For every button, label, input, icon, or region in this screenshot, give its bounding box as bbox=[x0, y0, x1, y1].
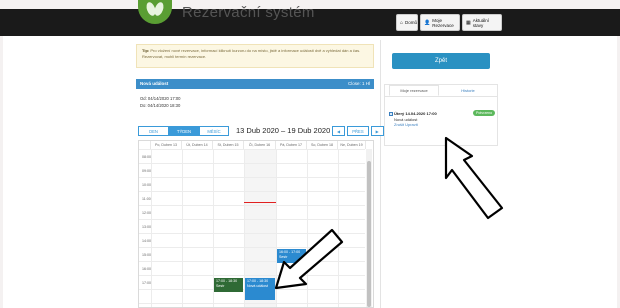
time-label: 08:00 bbox=[142, 155, 151, 159]
nav-my-reservations[interactable]: 👤 Moje Rezervace bbox=[420, 14, 460, 31]
view-week-button[interactable]: TÝDEN bbox=[169, 126, 199, 136]
day-header: So, Duben 18 bbox=[307, 141, 338, 149]
event-to: Do: 04/14/2020 18:30 bbox=[140, 103, 181, 108]
time-gutter-header bbox=[139, 141, 151, 149]
grid-line bbox=[139, 205, 365, 206]
app-title: Rezervační systém bbox=[182, 4, 315, 21]
view-day-button[interactable]: DEN bbox=[138, 126, 169, 136]
time-label: 12:00 bbox=[142, 211, 151, 215]
reservations-tabs: Moje rezervace Historie bbox=[385, 85, 497, 97]
next-arrow-button[interactable]: ▶ bbox=[370, 126, 384, 136]
tip-label: Tip: bbox=[142, 48, 150, 53]
calendar-scrollbar[interactable] bbox=[366, 149, 372, 307]
date-range-title: 13 Dub 2020 – 19 Dub 2020 bbox=[236, 126, 331, 135]
prev-week-button[interactable]: ◀ bbox=[332, 126, 346, 136]
grid-line bbox=[139, 303, 365, 304]
time-label: 13:00 bbox=[142, 225, 151, 229]
column-divider bbox=[380, 40, 381, 308]
day-header: Po, Duben 13 bbox=[151, 141, 182, 149]
grid-line bbox=[139, 177, 365, 178]
grid-line bbox=[151, 149, 152, 307]
time-label: 09:00 bbox=[142, 169, 151, 173]
new-event-close[interactable]: Close: 1 Hl bbox=[348, 81, 370, 86]
reservation-item[interactable]: Úterý 14.04.2020 17:00 Nová událost Zruš… bbox=[394, 111, 437, 128]
nav-home[interactable]: ⌂ Domů bbox=[396, 14, 418, 31]
tab-history[interactable]: Historie bbox=[443, 85, 493, 96]
day-header: St, Duben 15 bbox=[213, 141, 244, 149]
day-header: Pá, Duben 17 bbox=[276, 141, 307, 149]
event-from: Od: 04/14/2020 17:00 bbox=[140, 96, 181, 101]
home-icon: ⌂ bbox=[400, 19, 404, 26]
nav-my-reservations-label: Moje Rezervace bbox=[432, 17, 454, 28]
scrollbar-thumb[interactable] bbox=[367, 161, 371, 307]
reservation-checkbox-icon[interactable] bbox=[389, 112, 393, 116]
new-event-title: Nová událost bbox=[140, 81, 169, 86]
time-label: 11:00 bbox=[142, 197, 151, 201]
tip-text: Pro vložení nové rezervace, informací kl… bbox=[142, 48, 361, 59]
tab-my-reservations[interactable]: Moje rezervace bbox=[389, 85, 439, 96]
new-event-header: Nová událost Close: 1 Hl bbox=[136, 79, 374, 89]
grid-line bbox=[139, 163, 365, 164]
day-header-today: Čt, Duben 16 bbox=[244, 141, 276, 149]
nav-home-label: Domů bbox=[405, 20, 418, 25]
tip-box: Tip: Pro vložení nové rezervace, informa… bbox=[136, 44, 374, 68]
grid-line bbox=[139, 191, 365, 192]
view-month-button[interactable]: MĚSÍC bbox=[199, 126, 229, 136]
status-badge: Potvrzeno bbox=[473, 110, 496, 116]
time-label: 15:00 bbox=[142, 253, 151, 257]
grid-line bbox=[139, 219, 365, 220]
current-time-indicator bbox=[244, 202, 276, 203]
time-label: 14:00 bbox=[142, 239, 151, 243]
grid-line bbox=[139, 149, 365, 150]
reservation-title: Úterý 14.04.2020 17:00 bbox=[394, 111, 437, 116]
day-header: Út, Duben 14 bbox=[182, 141, 213, 149]
view-switcher: DEN TÝDEN MĚSÍC bbox=[138, 126, 229, 136]
annotation-arrow-icon bbox=[274, 228, 344, 290]
next-week-button[interactable]: PŘES bbox=[347, 126, 369, 136]
user-icon: 👤 bbox=[424, 19, 431, 26]
header: Rezervační systém ⌂ Domů 👤 Moje Rezervac… bbox=[0, 0, 620, 36]
time-label: 17:00 bbox=[142, 281, 151, 285]
time-label: 10:00 bbox=[142, 183, 151, 187]
period-nav: ◀ PŘES ▶ bbox=[332, 126, 386, 136]
event-label: Sestr bbox=[216, 283, 225, 288]
calendar-icon: ▦ bbox=[466, 19, 471, 26]
back-button[interactable]: Zpět bbox=[392, 53, 490, 69]
time-label: 16:00 bbox=[142, 267, 151, 271]
day-header: Ne, Duben 19 bbox=[338, 141, 366, 149]
nav-current-status-label: Aktuální stavy bbox=[472, 17, 489, 28]
grid-line bbox=[182, 149, 183, 307]
annotation-arrow-icon bbox=[444, 136, 504, 220]
calendar-event[interactable]: 17:00 - 18:30 Sestr bbox=[214, 278, 243, 292]
reservation-actions-link[interactable]: Zrušit Upravit bbox=[394, 122, 437, 128]
nav-current-status[interactable]: ▦ Aktuální stavy bbox=[462, 14, 502, 31]
